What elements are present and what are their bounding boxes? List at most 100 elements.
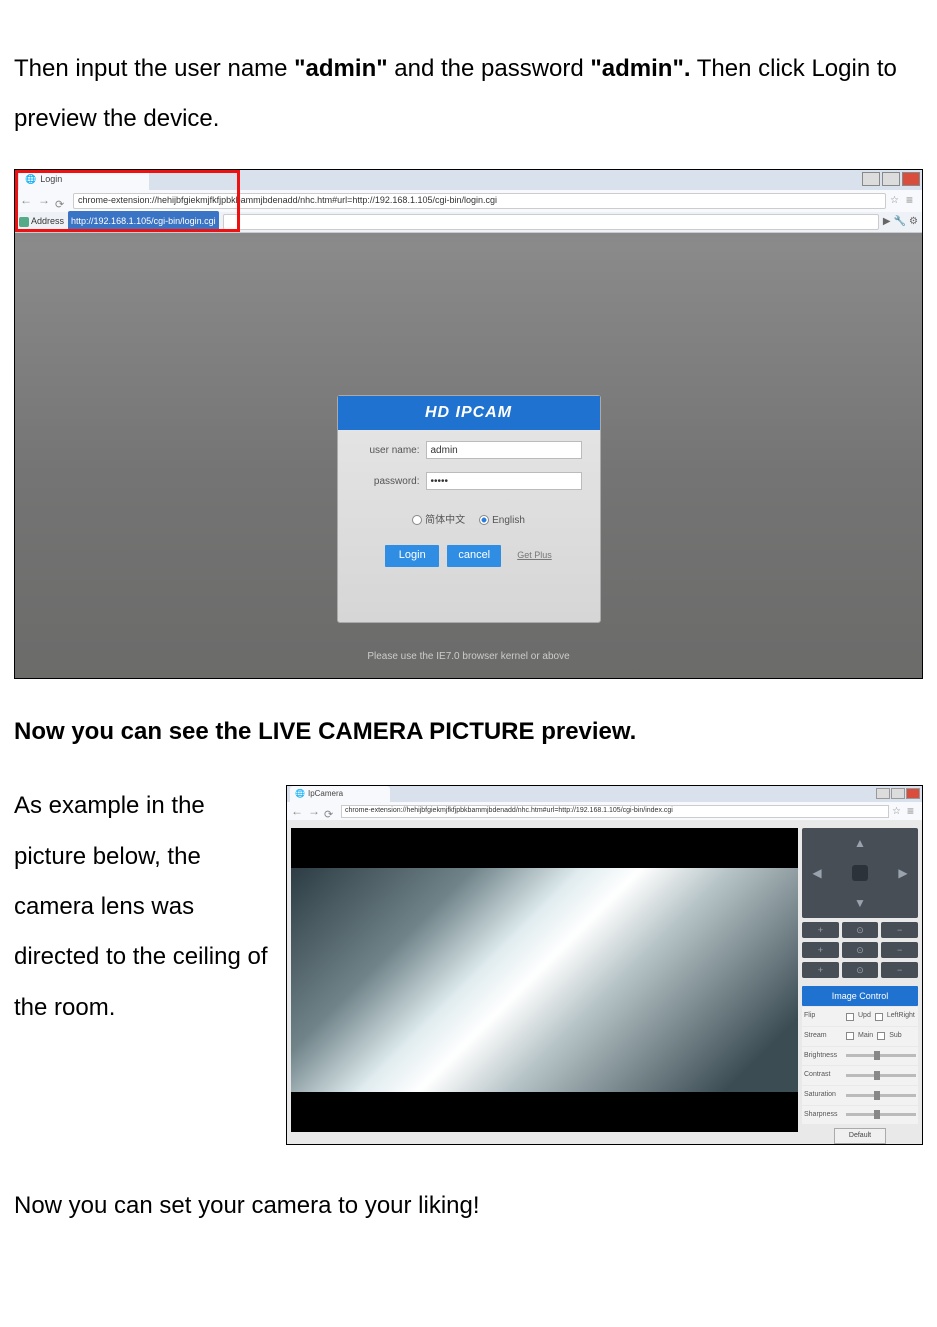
iris-reset-button[interactable]: ⊙ bbox=[842, 962, 879, 978]
default-button[interactable]: Default bbox=[834, 1128, 886, 1144]
flip-lr-checkbox[interactable] bbox=[875, 1013, 883, 1021]
image-control-header: Image Control bbox=[802, 986, 918, 1006]
ptz-up-button[interactable]: ▲ bbox=[851, 834, 869, 852]
s2-close-button[interactable] bbox=[906, 788, 920, 799]
flip-row: Flip Upd LeftRight bbox=[802, 1007, 918, 1026]
s2-url-text: chrome-extension://hehijbfgiekmjfkfjpbkb… bbox=[345, 804, 673, 819]
login-button[interactable]: Login bbox=[385, 545, 439, 567]
browser-kernel-hint: Please use the IE7.0 browser kernel or a… bbox=[15, 646, 922, 667]
ietab-gear-icon[interactable]: ⚙ bbox=[909, 211, 918, 232]
back-button[interactable]: ← bbox=[19, 194, 33, 208]
intro-text-1: Then input the user name bbox=[14, 55, 294, 82]
browser-tab-bar: 🌐 Login bbox=[15, 170, 922, 190]
saturation-knob bbox=[874, 1091, 880, 1100]
zoom-row-2: + ⊙ − bbox=[802, 942, 918, 958]
tab-title: Login bbox=[40, 170, 62, 189]
s2-back-button[interactable]: ← bbox=[290, 804, 304, 818]
browser-url-row: ← → ⟳ chrome-extension://hehijbfgiekmjfk… bbox=[15, 190, 922, 212]
reload-button[interactable]: ⟳ bbox=[55, 194, 69, 208]
s2-bookmark-icon[interactable]: ☆ bbox=[892, 801, 904, 822]
contrast-label: Contrast bbox=[804, 1068, 842, 1083]
ietab-icon bbox=[19, 217, 29, 227]
get-plus-link[interactable]: Get Plus bbox=[517, 546, 552, 565]
stream-main-label: Main bbox=[858, 1029, 873, 1044]
radio-en bbox=[479, 515, 489, 525]
focus-reset-button[interactable]: ⊙ bbox=[842, 942, 879, 958]
focus-in-button[interactable]: + bbox=[802, 942, 839, 958]
contrast-slider[interactable] bbox=[846, 1074, 916, 1077]
minimize-button[interactable] bbox=[862, 172, 880, 186]
zoom-reset-button[interactable]: ⊙ bbox=[842, 922, 879, 938]
zoom-out-button[interactable]: − bbox=[881, 922, 918, 938]
final-line: Now you can set your camera to your liki… bbox=[14, 1181, 923, 1231]
cancel-button[interactable]: cancel bbox=[447, 545, 501, 567]
ptz-right-button[interactable]: ▶ bbox=[894, 864, 912, 882]
ptz-control: ▲ ▼ ◀ ▶ bbox=[802, 828, 918, 918]
username-value: admin bbox=[431, 440, 458, 461]
bookmark-icon[interactable]: ☆ bbox=[890, 190, 902, 211]
s2-browser-tab[interactable]: 🌐 IpCamera bbox=[290, 786, 390, 802]
address-input-rest[interactable] bbox=[223, 214, 879, 230]
live-view-screenshot: 🌐 IpCamera ← → ⟳ chrome-extension://hehi… bbox=[287, 786, 922, 1144]
username-input[interactable]: admin bbox=[426, 441, 582, 459]
close-button[interactable] bbox=[902, 172, 920, 186]
chrome-menu-icon[interactable]: ≡ bbox=[906, 188, 918, 213]
lang-option-cn[interactable]: 简体中文 bbox=[412, 510, 465, 531]
forward-button[interactable]: → bbox=[37, 194, 51, 208]
brightness-row: Brightness bbox=[802, 1047, 918, 1066]
username-row: user name: admin bbox=[338, 430, 600, 461]
s2-minimize-button[interactable] bbox=[876, 788, 890, 799]
ietab-wrench-icon[interactable]: 🔧 bbox=[894, 211, 906, 232]
browser-tab[interactable]: 🌐 Login bbox=[19, 170, 149, 190]
live-view-figure: 🌐 IpCamera ← → ⟳ chrome-extension://hehi… bbox=[286, 785, 923, 1145]
ptz-center-button[interactable] bbox=[852, 865, 868, 881]
maximize-button[interactable] bbox=[882, 172, 900, 186]
password-row: password: ••••• bbox=[338, 461, 600, 492]
ptz-down-button[interactable]: ▼ bbox=[851, 894, 869, 912]
stream-sub-radio[interactable] bbox=[877, 1032, 885, 1040]
saturation-label: Saturation bbox=[804, 1088, 842, 1103]
s2-maximize-button[interactable] bbox=[891, 788, 905, 799]
stream-sub-label: Sub bbox=[889, 1029, 901, 1044]
url-input[interactable]: chrome-extension://hehijbfgiekmjfkfjpbkb… bbox=[73, 193, 886, 209]
ietab-play-icon[interactable]: ▶ bbox=[883, 211, 891, 232]
browser-chrome-top: 🌐 Login ← → ⟳ chrome-extension://hehijbf… bbox=[15, 170, 922, 226]
lang-option-en[interactable]: English bbox=[479, 510, 525, 531]
contrast-knob bbox=[874, 1071, 880, 1080]
saturation-row: Saturation bbox=[802, 1086, 918, 1105]
intro-bold-2: "admin". bbox=[590, 55, 690, 82]
globe-icon: 🌐 bbox=[25, 170, 36, 189]
login-screenshot: 🌐 Login ← → ⟳ chrome-extension://hehijbf… bbox=[15, 170, 922, 678]
sharpness-knob bbox=[874, 1110, 880, 1119]
stream-main-radio[interactable] bbox=[846, 1032, 854, 1040]
s2-forward-button[interactable]: → bbox=[307, 804, 321, 818]
ptz-left-button[interactable]: ◀ bbox=[808, 864, 826, 882]
s2-window-controls bbox=[876, 788, 920, 799]
s2-url-row: ← → ⟳ chrome-extension://hehijbfgiekmjfk… bbox=[287, 802, 922, 820]
password-input[interactable]: ••••• bbox=[426, 472, 582, 490]
address-label-text: Address bbox=[31, 212, 64, 231]
login-panel: HD IPCAM user name: admin password: ••••… bbox=[337, 395, 601, 623]
flip-upd-label: Upd bbox=[858, 1009, 871, 1024]
login-screenshot-figure: 🌐 Login ← → ⟳ chrome-extension://hehijbf… bbox=[14, 169, 923, 679]
login-panel-title: HD IPCAM bbox=[338, 396, 600, 430]
s2-url-input[interactable]: chrome-extension://hehijbfgiekmjfkfjpbkb… bbox=[341, 805, 889, 818]
zoom-in-button[interactable]: + bbox=[802, 922, 839, 938]
brightness-knob bbox=[874, 1051, 880, 1060]
live-video-area[interactable] bbox=[291, 828, 798, 1132]
username-label: user name: bbox=[356, 440, 420, 461]
sharpness-slider[interactable] bbox=[846, 1113, 916, 1116]
iris-in-button[interactable]: + bbox=[802, 962, 839, 978]
flip-upd-checkbox[interactable] bbox=[846, 1013, 854, 1021]
example-block: 🌐 IpCamera ← → ⟳ chrome-extension://hehi… bbox=[14, 781, 923, 1145]
saturation-slider[interactable] bbox=[846, 1094, 916, 1097]
address-value-selected[interactable]: http://192.168.1.105/cgi-bin/login.cgi bbox=[68, 211, 219, 232]
s2-reload-button[interactable]: ⟳ bbox=[324, 804, 338, 818]
ietab-tools: ▶ 🔧 ⚙ bbox=[883, 211, 918, 232]
intro-text-2: and the password bbox=[388, 55, 591, 82]
iris-out-button[interactable]: − bbox=[881, 962, 918, 978]
sharpness-row: Sharpness bbox=[802, 1106, 918, 1125]
example-paragraph: As example in the picture below, the cam… bbox=[14, 792, 268, 1021]
brightness-slider[interactable] bbox=[846, 1054, 916, 1057]
focus-out-button[interactable]: − bbox=[881, 942, 918, 958]
